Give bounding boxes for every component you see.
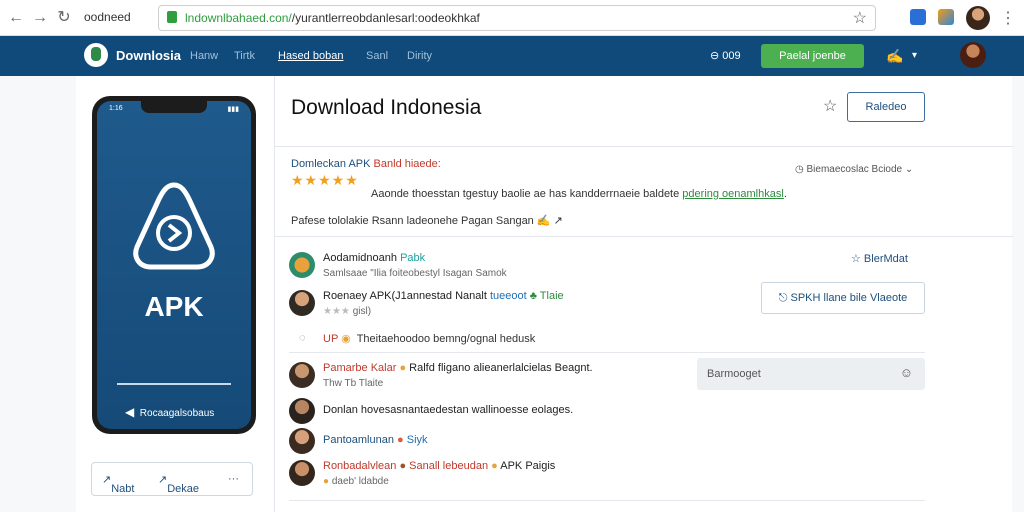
nav-item-active[interactable]: Hased boban [278,50,343,62]
forward-icon[interactable]: → [30,8,50,28]
more-icon[interactable]: ··· [228,473,239,485]
share-next-button[interactable]: ↗ Nabt [102,473,134,495]
description-link[interactable]: pdering oenamlhkasl [682,188,784,200]
rating-stars: ★★★★★ [291,172,359,188]
nav-item-home[interactable]: Hanw [190,50,218,62]
divider [275,146,1013,147]
nav-item-trick[interactable]: Tirtk [234,50,255,62]
phone-mockup: 1:16 ▮▮▮ APK ◀ Rocaagalsobaus [92,96,256,434]
divider [289,500,925,501]
subline: Pafese tololakie Rsann ladeonehe Pagan S… [291,215,563,227]
url-text[interactable]: lndownlbahaed.con//yurantlerreobdanlesar… [185,11,480,25]
share-detail-button[interactable]: ↗ Dekae [158,473,199,495]
reply-icon: ◌ [299,332,306,344]
main-content: Download Indonesia ☆ Raledeo Domleckan A… [274,76,1013,512]
extension-icon[interactable] [910,9,926,25]
chevron-down-icon[interactable]: ▾ [912,50,917,61]
divider [275,236,1013,237]
logo-icon[interactable] [84,43,108,67]
nav-item-5[interactable]: Dirity [407,50,432,62]
page-title: Download Indonesia [291,96,482,119]
progress-bar [117,383,231,385]
menu-kebab-icon[interactable]: ⋮ [1000,8,1016,28]
nav-item-4[interactable]: Sanl [366,50,388,62]
user-avatar[interactable] [960,42,986,68]
address-bar[interactable]: lndownlbahaed.con//yurantlerreobdanlesar… [158,5,876,31]
chrome-extension-icon[interactable] [938,9,954,25]
profile-label[interactable]: oodneed [84,10,131,24]
avatar [289,252,315,278]
apk-label: APK [144,291,204,322]
share-bar: ↗ Nabt ↗ Dekae ··· [91,462,253,496]
avatar [289,398,315,424]
back-icon[interactable]: ← [6,8,26,28]
avatar[interactable] [966,6,990,30]
signal-icon: ▮▮▮ [227,106,239,113]
gesture-icon[interactable]: ✍ [886,48,903,65]
phone-time: 1:16 [109,105,123,112]
follow-button[interactable]: ☆ BlerMdat [851,252,908,265]
description: Aaonde thoesstan tgestuy baolie ae has k… [371,188,787,200]
bookmark-button[interactable]: Raledeo [847,92,925,122]
status-counter: ⊖ 009 [710,50,741,62]
action-button[interactable]: ⎋ SPKH llane bile Vlaeote [761,282,925,314]
search-input[interactable]: Barmooget ☺ [697,358,925,390]
avatar [289,290,315,316]
favorite-star-icon[interactable]: ☆ [823,96,837,116]
phone-notch [141,101,207,113]
phone-screen: 1:16 ▮▮▮ APK ◀ Rocaagalsobaus [97,101,251,429]
reload-icon[interactable]: ↻ [54,8,74,28]
avatar [289,460,315,486]
header-cta-button[interactable]: Paelal joenbe [761,44,864,68]
avatar [289,428,315,454]
browser-toolbar: ← → ↻ oodneed lndownlbahaed.con//yurantl… [0,0,1024,36]
divider [289,352,925,353]
section-title: Domleckan APK Banld hiaede: [291,158,441,170]
sort-dropdown[interactable]: ◷ Biemaecoslac Bciode ⌄ [795,164,913,175]
bookmark-star-icon[interactable]: ☆ [853,8,867,28]
site-header: Downlosia Hanw Tirtk Hased boban Sanl Di… [0,36,1024,76]
lock-icon [167,11,177,23]
avatar [289,362,315,388]
apk-triangle-icon [133,182,215,270]
phone-footer-label: ◀ Rocaagalsobaus [125,405,215,419]
brand-name[interactable]: Downlosia [116,48,181,63]
preview-column: 1:16 ▮▮▮ APK ◀ Rocaagalsobaus ↗ Nabt ↗ D… [76,76,274,512]
emoji-icon[interactable]: ☺ [900,365,913,380]
